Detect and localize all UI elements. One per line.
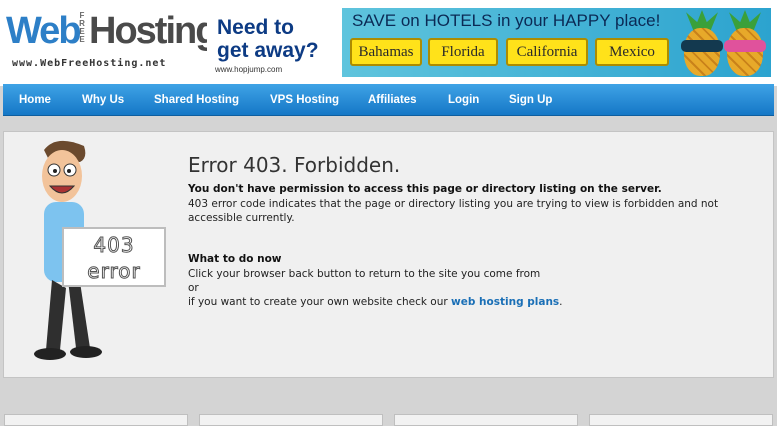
error-sign: 403 error (62, 227, 166, 287)
error-title: Error 403. Forbidden. (188, 153, 401, 177)
todo-text: Click your browser back button to return… (188, 267, 563, 309)
todo-line1: Click your browser back button to return… (188, 268, 541, 280)
pineapple-image (680, 10, 724, 77)
ad-promo: SAVE on HOTELS in your HAPPY place! (352, 11, 661, 30)
main-nav: Home Why Us Shared Hosting VPS Hosting A… (3, 84, 774, 116)
hotel-ad-banner[interactable]: Need to get away? www.hopjump.com SAVE on… (207, 8, 771, 77)
logo-hosting-text: Hosting (89, 10, 218, 52)
nav-shared-hosting[interactable]: Shared Hosting (154, 84, 239, 116)
footer-box (199, 414, 383, 426)
error-explanation: 403 error code indicates that the page o… (188, 198, 719, 224)
nav-why-us[interactable]: Why Us (82, 84, 124, 116)
logo-web-text: Web (6, 10, 82, 52)
todo-heading: What to do now (188, 253, 282, 265)
nav-sign-up[interactable]: Sign Up (509, 84, 552, 116)
todo-line2: if you want to create your own website c… (188, 295, 563, 309)
pineapple-image (723, 10, 767, 77)
error-lead: You don't have permission to access this… (188, 183, 662, 195)
todo-or: or (188, 282, 199, 294)
nav-vps-hosting[interactable]: VPS Hosting (270, 84, 339, 116)
footer-box (4, 414, 188, 426)
logo-url-text: www.WebFreeHosting.net (12, 58, 167, 69)
ad-button-california[interactable]: California (506, 38, 588, 66)
ad-source: www.hopjump.com (215, 65, 283, 74)
ad-button-bahamas[interactable]: Bahamas (350, 38, 422, 66)
site-header: Web FREE Hosting www.WebFreeHosting.net … (0, 0, 777, 86)
ad-headline: Need to get away? (217, 16, 319, 62)
footer-box (589, 414, 773, 426)
ad-button-florida[interactable]: Florida (428, 38, 498, 66)
sign-403: 403 (93, 233, 135, 258)
footer-box (394, 414, 578, 426)
site-logo[interactable]: Web FREE Hosting www.WebFreeHosting.net (6, 8, 218, 74)
nav-affiliates[interactable]: Affiliates (368, 84, 417, 116)
ad-button-mexico[interactable]: Mexico (595, 38, 669, 66)
todo-line2-prefix: if you want to create your own website c… (188, 296, 448, 308)
web-hosting-plans-link[interactable]: web hosting plans (451, 296, 559, 308)
nav-home[interactable]: Home (19, 84, 51, 116)
nav-login[interactable]: Login (448, 84, 479, 116)
todo-line2-suffix: . (559, 296, 563, 308)
sign-error: error (87, 259, 141, 284)
logo-free-text: FREE (79, 11, 85, 44)
